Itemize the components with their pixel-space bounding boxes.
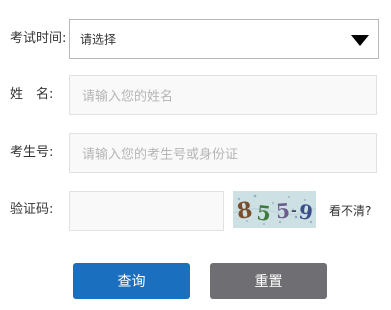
exam-number-placeholder: 请输入您的考生号或身份证: [82, 147, 239, 163]
captcha-label: 验证码:: [10, 202, 54, 217]
exam-time-select[interactable]: 请选择: [69, 19, 379, 59]
reset-button[interactable]: 重置: [210, 263, 327, 299]
exam-number-input[interactable]: 请输入您的考生号或身份证: [69, 133, 377, 173]
svg-text:5: 5: [256, 200, 272, 225]
captcha-refresh-link[interactable]: 看不清?: [329, 202, 371, 219]
query-form: 考试时间: 请选择 姓 名: 请输入您的姓名 考生号: 请输入您的考生号或身份证…: [0, 0, 391, 310]
dropdown-arrow-icon[interactable]: [351, 35, 369, 46]
exam-time-selected-value: 请选择: [80, 32, 117, 47]
captcha-input[interactable]: [69, 191, 224, 231]
captcha-image[interactable]: 8 5 5 - 9: [233, 191, 316, 228]
exam-time-label: 考试时间:: [10, 31, 67, 46]
query-button[interactable]: 查询: [73, 263, 190, 299]
svg-text:5: 5: [275, 198, 291, 223]
name-placeholder: 请输入您的姓名: [82, 89, 174, 105]
captcha-noise-graphic: 8 5 5 - 9: [233, 191, 316, 228]
name-label: 姓 名:: [10, 87, 54, 102]
exam-number-label: 考生号:: [10, 145, 54, 160]
name-input[interactable]: 请输入您的姓名: [69, 75, 377, 115]
svg-text:-: -: [291, 203, 297, 219]
